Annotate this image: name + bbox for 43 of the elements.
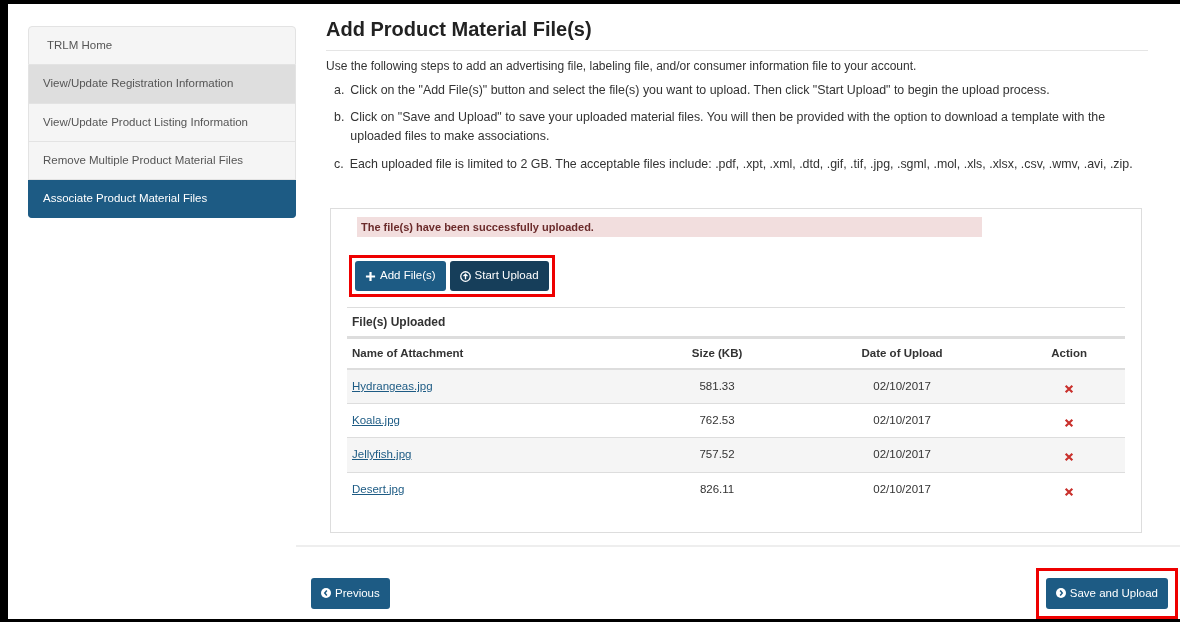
column-header: Size (KB) bbox=[643, 338, 791, 369]
file-link[interactable]: Jellyfish.jpg bbox=[352, 448, 412, 461]
column-header: Date of Upload bbox=[790, 338, 1014, 369]
sidebar-item[interactable]: Remove Multiple Product Material Files bbox=[28, 141, 296, 180]
table-cell: 02/10/2017 bbox=[790, 368, 1014, 404]
sidebar-item[interactable]: Associate Product Material Files bbox=[28, 180, 296, 219]
close-icon bbox=[1064, 486, 1075, 497]
step-marker: c. bbox=[334, 155, 344, 173]
step-text: Each uploaded file is limited to 2 GB. The acceptable files include: .pdf, .xpt, .xml, .dtd, .gif, .tif, .jpg, .sgml, .mol, .xls, .xlsx, .csv, .wmv, .avi, .zip. bbox=[349, 155, 1133, 173]
step-text: Click on the "Add File(s)" button and select the file(s) you want to upload. Then click "Start Upload" to begin the upload process. bbox=[350, 82, 1050, 99]
start-upload-button[interactable]: Start Upload bbox=[449, 261, 549, 291]
table-cell: 02/10/2017 bbox=[790, 472, 1014, 506]
page-title: Add Product Material File(s) bbox=[326, 17, 593, 42]
close-icon bbox=[1064, 452, 1075, 463]
save-and-upload-button[interactable]: Save and Upload bbox=[1045, 577, 1168, 609]
intro-text: Use the following steps to add an advertising file, labeling file, and/or consumer information file to your account. bbox=[326, 50, 1148, 75]
table-cell: 02/10/2017 bbox=[790, 403, 1014, 438]
add-files-button[interactable]: Add File(s) bbox=[355, 261, 446, 291]
sidebar-item[interactable]: View/Update Product Listing Information bbox=[28, 103, 296, 142]
file-link[interactable]: Koala.jpg bbox=[352, 414, 400, 427]
previous-button[interactable]: Previous bbox=[311, 577, 390, 609]
step-text: Click on "Save and Upload" to save your uploaded material files. You will then be provided with the option to download a template with the uploaded files to make associations. bbox=[350, 109, 1107, 146]
sidebar-item[interactable]: TRLM Home bbox=[28, 26, 296, 66]
step-marker: a. bbox=[334, 82, 345, 99]
column-header: Action bbox=[1013, 338, 1125, 369]
chevron-right-icon bbox=[1055, 588, 1066, 599]
step-marker: b. bbox=[334, 109, 345, 127]
plus-icon bbox=[365, 270, 376, 282]
table-cell: 762.53 bbox=[643, 403, 791, 438]
table-cell: 581.33 bbox=[643, 368, 791, 404]
column-header: Name of Attachment bbox=[347, 338, 644, 369]
sidebar-item[interactable]: View/Update Registration Information bbox=[28, 65, 296, 104]
file-link[interactable]: Desert.jpg bbox=[352, 482, 405, 495]
success-alert: The file(s) have been successfully uploaded. bbox=[357, 216, 982, 238]
close-icon bbox=[1064, 418, 1075, 429]
chevron-left-icon bbox=[321, 588, 331, 599]
table-cell: 826.11 bbox=[643, 472, 791, 506]
upload-icon bbox=[459, 270, 471, 282]
table-caption: File(s) Uploaded bbox=[347, 306, 1125, 338]
close-icon bbox=[1064, 383, 1075, 394]
table-cell: 757.52 bbox=[643, 437, 791, 473]
file-link[interactable]: Hydrangeas.jpg bbox=[352, 379, 433, 392]
table-cell: 02/10/2017 bbox=[790, 437, 1014, 473]
